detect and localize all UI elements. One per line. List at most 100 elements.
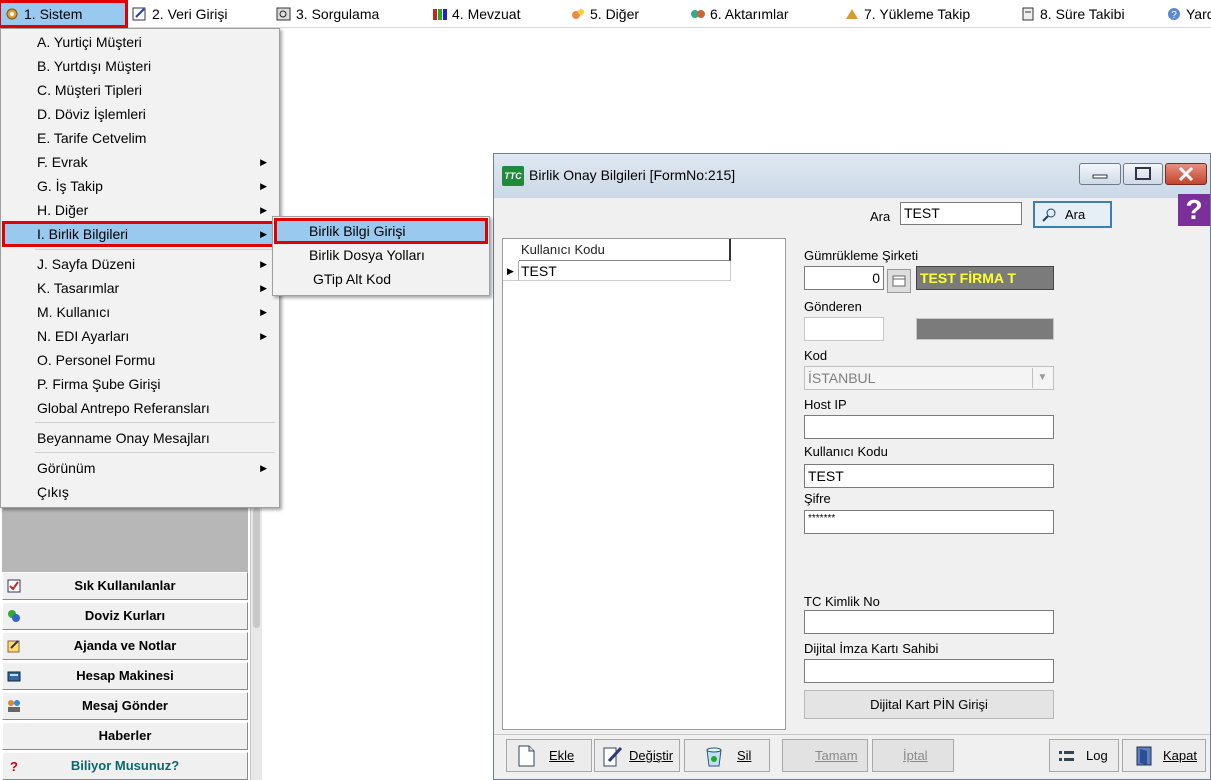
ok-button[interactable]: Tamam — [782, 739, 868, 772]
birlik-submenu: Birlik Bilgi Girişi Birlik Dosya Yolları… — [272, 216, 490, 296]
users-icon — [8, 700, 20, 712]
menu-item-label: Görünüm — [37, 460, 96, 476]
menu-yardim[interactable]: ? Yard — [1162, 2, 1211, 26]
lookup-button[interactable] — [887, 269, 911, 293]
submenu-birlik-dosya-yollari[interactable]: Birlik Dosya Yolları — [275, 243, 487, 267]
submenu-birlik-bilgi-girisi[interactable]: Birlik Bilgi Girişi — [274, 218, 488, 244]
submenu-arrow-icon: ▶ — [260, 205, 267, 215]
menu-item-doviz-islemleri[interactable]: D. Döviz İşlemleri — [3, 102, 277, 126]
edit-document-icon — [603, 746, 623, 767]
gumrukleme-code-input[interactable]: 0 — [804, 266, 884, 290]
search-label: Ara — [870, 209, 891, 224]
send-message-button[interactable]: Mesaj Gönder — [2, 692, 248, 720]
menu-item-tarife-cetvelim[interactable]: E. Tarife Cetvelim — [3, 126, 277, 150]
menu-item-label: Global Antrepo Referansları — [37, 400, 210, 416]
svg-text:?: ? — [10, 759, 18, 773]
kullanici-kodu-input[interactable]: TEST — [804, 464, 1054, 488]
menu-sorgulama[interactable]: 3. Sorgulama — [272, 2, 379, 26]
favorites-button[interactable]: Sık Kullanılanlar — [2, 572, 248, 600]
menu-item-birlik-bilgileri[interactable]: I. Birlik Bilgileri ▶ — [2, 221, 278, 247]
menu-item-kullanici[interactable]: M. Kullanıcı ▶ — [3, 300, 277, 324]
edit-icon — [132, 7, 146, 21]
did-you-know-button[interactable]: ? Biliyor Musunuz? — [2, 752, 248, 780]
log-button[interactable]: Log — [1049, 739, 1119, 772]
tc-kimlik-input[interactable] — [804, 610, 1054, 634]
menu-yardim-label: Yard — [1186, 6, 1211, 22]
menu-item-label: G. İş Takip — [37, 178, 103, 194]
dijital-imza-label: Dijital İmza Kartı Sahibi — [804, 641, 939, 656]
sifre-input[interactable]: ******* — [804, 510, 1054, 534]
menu-item-edi-ayarlari[interactable]: N. EDI Ayarları ▶ — [3, 324, 277, 348]
calendar-icon — [892, 275, 906, 287]
agenda-notes-button[interactable]: Ajanda ve Notlar — [2, 632, 248, 660]
menu-sure-takibi[interactable]: 8. Süre Takibi — [1016, 2, 1125, 26]
did-you-know-label: Biliyor Musunuz? — [70, 758, 180, 773]
menu-veri-girisi[interactable]: 2. Veri Girişi — [128, 2, 227, 26]
gonderen-name-field — [916, 318, 1054, 340]
delete-button[interactable]: Sil — [684, 739, 770, 772]
menu-item-beyanname-onay[interactable]: Beyanname Onay Mesajları — [3, 426, 277, 450]
menu-item-label: N. EDI Ayarları — [37, 328, 130, 344]
users-grid: Kullanıcı Kodu ▶ TEST — [502, 238, 786, 730]
kullanici-kodu-label: Kullanıcı Kodu — [804, 444, 888, 459]
upload-icon — [846, 9, 858, 19]
sifre-label: Şifre — [804, 491, 831, 506]
menu-item-label: J. Sayfa Düzeni — [37, 256, 136, 272]
pin-entry-button[interactable]: Dijital Kart PİN Girişi — [804, 690, 1054, 719]
detail-form: Gümrükleme Şirketi 0 TEST FİRMA T Gönder… — [786, 238, 1210, 730]
menu-item-yurtici-musteri[interactable]: A. Yurtiçi Müşteri — [3, 30, 277, 54]
menu-item-personel-formu[interactable]: O. Personel Formu — [3, 348, 277, 372]
gonderen-input[interactable] — [804, 317, 884, 341]
menu-item-global-antrepo[interactable]: Global Antrepo Referansları — [3, 396, 277, 420]
menu-veri-girisi-label: 2. Veri Girişi — [152, 6, 228, 22]
help-button[interactable]: ? — [1178, 194, 1210, 226]
menu-item-is-takip[interactable]: G. İş Takip ▶ — [3, 174, 277, 198]
scrollbar-thumb[interactable] — [253, 508, 260, 628]
menu-sistem-label: 1. Sistem — [24, 6, 83, 22]
host-ip-input[interactable] — [804, 415, 1054, 439]
menu-item-firma-sube-girisi[interactable]: P. Firma Şube Girişi — [3, 372, 277, 396]
books-icon — [433, 9, 447, 20]
close-button[interactable] — [1165, 163, 1207, 185]
window-titlebar[interactable]: TTC Birlik Onay Bilgileri [FormNo:215] — [494, 154, 1210, 198]
favorites-icon — [7, 579, 21, 593]
add-button[interactable]: Ekle — [506, 739, 592, 772]
dijital-imza-input[interactable] — [804, 659, 1054, 683]
menu-item-label: Çıkış — [37, 484, 69, 500]
menu-item-diger[interactable]: H. Diğer ▶ — [3, 198, 277, 222]
menu-aktarimlar-label: 6. Aktarımlar — [710, 6, 789, 22]
menu-item-sayfa-duzeni[interactable]: J. Sayfa Düzeni ▶ — [3, 252, 277, 276]
minimize-button[interactable] — [1079, 163, 1121, 185]
menu-item-cikis[interactable]: Çıkış — [3, 480, 277, 504]
menu-item-gorunum[interactable]: Görünüm ▶ — [3, 456, 277, 480]
chevron-down-icon[interactable]: ▼ — [1032, 368, 1052, 388]
menu-item-musteri-tipleri[interactable]: C. Müşteri Tipleri — [3, 78, 277, 102]
search-input[interactable]: TEST — [900, 202, 1022, 225]
edit-button[interactable]: Değiştir — [594, 739, 680, 772]
log-button-label: Log — [1086, 748, 1108, 763]
list-icon — [1059, 751, 1074, 761]
submenu-gtip-alt-kod[interactable]: GTip Alt Kod — [275, 267, 487, 291]
menu-yukleme-takip[interactable]: 7. Yükleme Takip — [840, 2, 970, 26]
search-button[interactable]: Ara — [1033, 201, 1112, 228]
maximize-button[interactable] — [1123, 163, 1163, 185]
action-toolbar: Ekle Değiştir Sil Tamam İptal Log Kapat — [494, 734, 1210, 779]
question-icon: ? — [10, 759, 18, 773]
host-ip-label: Host IP — [804, 397, 847, 412]
currency-rates-button[interactable]: Doviz Kurları — [2, 602, 248, 630]
menu-item-tasarimlar[interactable]: K. Tasarımlar ▶ — [3, 276, 277, 300]
menu-diger[interactable]: 5. Diğer — [566, 2, 639, 26]
news-button[interactable]: Haberler — [2, 722, 248, 750]
menu-item-evrak[interactable]: F. Evrak ▶ — [3, 150, 277, 174]
close-form-button[interactable]: Kapat — [1122, 739, 1206, 772]
calculator-button[interactable]: Hesap Makinesi — [2, 662, 248, 690]
cancel-button[interactable]: İptal — [872, 739, 954, 772]
grid-column-header[interactable]: Kullanıcı Kodu — [519, 239, 731, 261]
menu-aktarimlar[interactable]: 6. Aktarımlar — [686, 2, 789, 26]
grid-cell[interactable]: TEST — [519, 261, 731, 281]
menu-sistem[interactable]: 1. Sistem — [0, 0, 128, 28]
menu-item-yurtdisi-musteri[interactable]: B. Yurtdışı Müşteri — [3, 54, 277, 78]
kod-select[interactable]: İSTANBUL ▼ — [804, 366, 1054, 390]
left-panel-scrollbar[interactable] — [250, 508, 262, 780]
menu-mevzuat[interactable]: 4. Mevzuat — [428, 2, 520, 26]
